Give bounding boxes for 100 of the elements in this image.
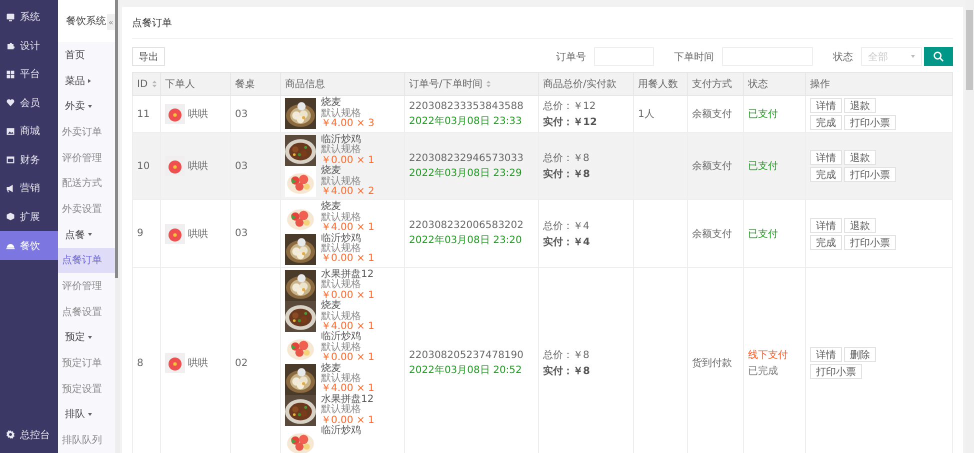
caret-icon [88, 233, 92, 236]
sidebar-item[interactable]: 设计 [0, 32, 58, 60]
order-time: 2022年03月08日 23:29 [409, 166, 523, 180]
payment-method: 余额支付 [692, 109, 732, 120]
table-cell: 03 [235, 108, 248, 120]
sidebar-item[interactable]: 财务 [0, 146, 58, 174]
sidebar-item[interactable]: 会员 [0, 88, 58, 117]
action-button[interactable]: 详情 [810, 150, 842, 166]
sidebar-title: 餐饮系统 [66, 14, 106, 28]
export-button[interactable]: 导出 [132, 47, 165, 66]
puzzle-icon [6, 41, 15, 50]
menu-item[interactable]: 首页 [58, 42, 115, 68]
product-name: 烧麦 [321, 301, 341, 312]
product-spec: 默认规格 [321, 212, 362, 223]
sidebar-item[interactable]: 营销 [0, 174, 58, 202]
product-price: ￥0.00 × 1 [321, 416, 374, 426]
product-name: 烧麦 [321, 364, 341, 374]
sort-icon [152, 80, 157, 88]
sidebar-item[interactable]: 总控台 [0, 420, 58, 449]
calendar-icon [6, 155, 15, 164]
field-label: 订单号 [556, 50, 586, 64]
field-label: 下单时间 [674, 50, 714, 64]
product-spec: 默认规格 [321, 374, 362, 384]
order-number: 220308205237478190 [409, 350, 525, 361]
order-status: 已完成 [748, 364, 779, 378]
menu-group[interactable]: 排队 [58, 402, 115, 428]
product-name: 烧麦 [321, 98, 341, 108]
column-header: 操作 [806, 72, 952, 96]
product-price: ￥4.00 × 3 [321, 119, 374, 130]
order-status: 已支付 [748, 228, 779, 241]
action-button[interactable]: 打印小票 [844, 234, 896, 250]
action-button[interactable]: 退款 [844, 150, 876, 166]
action-button[interactable]: 打印小票 [844, 115, 896, 130]
user-name: 哄哄 [188, 356, 208, 370]
sidebar-item[interactable]: 餐饮 [0, 231, 58, 260]
payment-method: 货到付款 [692, 358, 732, 370]
user-name: 哄哄 [188, 108, 208, 121]
cube-icon [6, 212, 15, 222]
paid-amount: 实付：￥4 [543, 235, 591, 249]
sidebar-item[interactable]: 商城 [0, 117, 58, 146]
action-button[interactable]: 详情 [810, 347, 842, 362]
product-spec: 默认规格 [321, 108, 362, 119]
avatar [165, 353, 185, 374]
table-cell: 8 [137, 358, 144, 369]
action-button[interactable]: 详情 [810, 218, 842, 233]
total-price: 总价：￥12 [543, 100, 597, 113]
page-title: 点餐订单 [132, 16, 172, 30]
column-header[interactable]: ID [132, 72, 160, 96]
product-name: 烧麦 [321, 202, 341, 212]
total-price: 总价：￥8 [543, 348, 590, 362]
caret-icon [911, 55, 915, 58]
action-button[interactable]: 打印小票 [844, 167, 896, 182]
product-spec: 默认规格 [321, 280, 362, 290]
column-header[interactable]: 订单号/下单时间 [404, 72, 538, 96]
action-button[interactable]: 完成 [810, 115, 842, 130]
order-status: 已支付 [748, 160, 779, 174]
product-name: 临沂炒鸡 [321, 332, 362, 342]
action-button[interactable]: 完成 [810, 167, 842, 182]
action-button[interactable]: 退款 [844, 98, 876, 113]
column-header: 商品信息 [280, 72, 404, 96]
product-name: 水果拼盘12 [321, 270, 374, 280]
action-button[interactable]: 完成 [810, 234, 842, 250]
menu-item[interactable]: 点餐订单 [58, 248, 115, 274]
monitor-icon [6, 12, 15, 22]
action-button[interactable]: 删除 [844, 347, 876, 362]
table-cell: 1人 [638, 109, 654, 120]
column-header: 用餐人数 [634, 72, 688, 96]
table-cell: 03 [235, 160, 248, 172]
menu-group[interactable]: 点餐 [58, 222, 115, 248]
action-button[interactable]: 详情 [810, 98, 842, 113]
sidebar-item[interactable]: 系统 [0, 3, 58, 32]
caret-icon [88, 412, 92, 416]
menu-group[interactable]: 预定 [58, 324, 115, 350]
product-spec: 默认规格 [321, 312, 362, 322]
sidebar-item[interactable]: 平台 [0, 60, 58, 88]
product-price: ￥4.00 × 1 [321, 322, 374, 332]
caret-icon [88, 78, 91, 83]
sidebar-item[interactable]: 扩展 [0, 202, 58, 231]
grid-icon [6, 70, 15, 79]
product-price: ￥4.00 × 1 [321, 384, 374, 394]
order-number: 220308232946573033 [409, 152, 525, 164]
action-button[interactable]: 打印小票 [810, 364, 862, 380]
search-button[interactable] [924, 47, 953, 66]
avatar [165, 224, 185, 244]
order-time: 2022年03月08日 23:33 [409, 114, 523, 128]
table-cell: 10 [137, 160, 150, 172]
menu-group[interactable]: 菜品 [58, 68, 115, 94]
product-price: ￥0.00 × 1 [321, 156, 374, 166]
paid-amount: 实付：￥12 [543, 115, 598, 129]
action-button[interactable]: 退款 [844, 218, 876, 233]
product-name: 临沂炒鸡 [321, 135, 362, 145]
paid-amount: 实付：￥8 [543, 364, 591, 378]
order-time: 2022年03月08日 23:20 [409, 234, 523, 248]
product-price: ￥0.00 × 1 [321, 353, 374, 364]
menu-group[interactable]: 外卖 [58, 93, 115, 120]
paid-amount: 实付：￥8 [543, 167, 591, 182]
product-name: 水果拼盘12 [321, 394, 374, 405]
total-price: 总价：￥4 [543, 220, 590, 233]
scrollbar-thumb[interactable] [115, 0, 118, 278]
product-price: ￥4.00 × 1 [321, 223, 374, 234]
